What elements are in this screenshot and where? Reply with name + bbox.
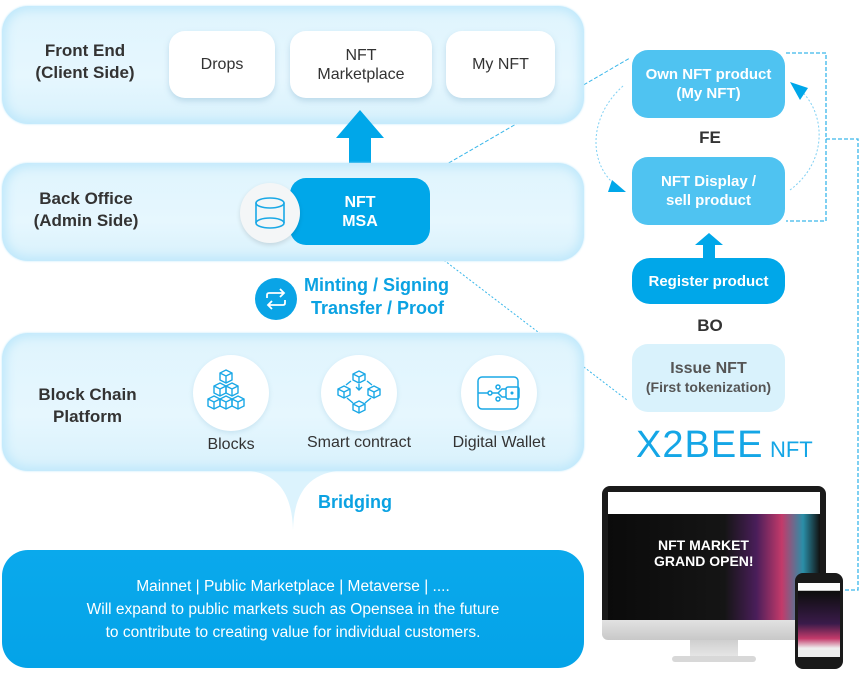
- digital-wallet-icon-circle: [461, 355, 537, 431]
- card-my-nft[interactable]: My NFT: [446, 31, 555, 98]
- card-nft-marketplace[interactable]: NFT Marketplace: [290, 31, 432, 98]
- logo-brand: X2BEE: [636, 424, 764, 466]
- banner-line-1: Mainnet | Public Marketplace | Metaverse…: [136, 577, 450, 595]
- loop-arc-right: [789, 87, 820, 191]
- bo-label: BO: [697, 316, 723, 335]
- mobile-phone-mockup: [795, 573, 843, 669]
- loop-arrow-right: [790, 82, 808, 100]
- logo-suffix: NFT: [769, 437, 813, 462]
- issue-nft-title: Issue NFT: [670, 360, 747, 377]
- database-icon: [255, 197, 285, 229]
- mockup-headline-2: GRAND OPEN!: [654, 553, 754, 569]
- desktop-monitor-mockup: NFT MARKET GRAND OPEN!: [602, 486, 826, 666]
- digital-wallet-icon: [477, 376, 520, 410]
- own-nft-product-box[interactable]: Own NFT product (My NFT): [632, 50, 785, 118]
- operations-line-1: Minting / Signing: [304, 275, 449, 295]
- banner-line-2: Will expand to public markets such as Op…: [86, 600, 500, 618]
- blocks-icon-circle: [193, 355, 269, 431]
- expansion-banner: Mainnet | Public Marketplace | Metaverse…: [2, 550, 584, 668]
- loop-arc-left: [595, 85, 624, 189]
- smart-contract-icon-circle: [321, 355, 397, 431]
- database-icon-circle: [240, 183, 300, 243]
- front-end-title: Front End (Client Side): [35, 41, 135, 82]
- monitor-screen: NFT MARKET GRAND OPEN!: [608, 492, 820, 620]
- fe-label: FE: [699, 128, 721, 147]
- back-office-title: Back Office (Admin Side): [33, 189, 139, 230]
- nft-msa-box[interactable]: NFT MSA: [290, 178, 430, 245]
- x2bee-nft-logo: X2BEE NFT: [636, 424, 813, 467]
- sync-arrows-icon: [266, 288, 286, 310]
- banner-line-3: to contribute to creating value for indi…: [105, 623, 481, 641]
- bridging-label: Bridging: [318, 492, 392, 512]
- digital-wallet-label: Digital Wallet: [452, 434, 546, 451]
- register-product-box[interactable]: Register product: [632, 258, 785, 304]
- sync-icon-circle: [255, 278, 297, 320]
- smart-contract-icon: [337, 370, 381, 414]
- fe-bracket: [786, 52, 827, 222]
- issue-nft-box[interactable]: Issue NFT (First tokenization): [632, 344, 785, 412]
- blocks-icon: [207, 369, 245, 410]
- loop-arrow-left: [608, 180, 626, 192]
- block-chain-title: Block Chain Platform: [38, 385, 137, 426]
- blocks-label: Blocks: [207, 436, 255, 453]
- mockup-headline-1: NFT MARKET: [658, 537, 749, 553]
- smart-contract-label: Smart contract: [306, 434, 412, 451]
- nft-display-sell-box[interactable]: NFT Display / sell product: [632, 157, 785, 225]
- fe-to-mockup-path: [826, 138, 859, 591]
- issue-nft-subtitle: (First tokenization): [645, 379, 772, 395]
- card-drops[interactable]: Drops: [169, 31, 275, 98]
- operations-line-2: Transfer / Proof: [311, 298, 445, 318]
